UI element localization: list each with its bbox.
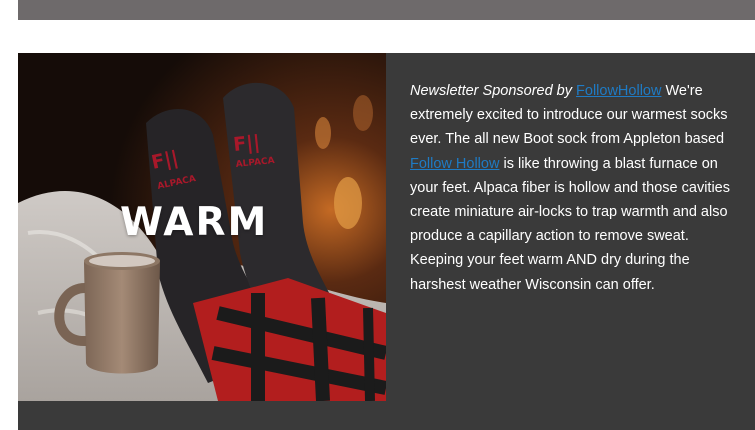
hero-overlay-word: WARM (120, 200, 269, 245)
sponsor-intro: Newsletter Sponsored by (410, 83, 577, 99)
sock-print-right: F|| (232, 131, 261, 156)
newsletter-sponsor-panel: F|| F|| ALPACA ALPACA WARM Newsletter Sp… (18, 53, 755, 430)
hero-image: F|| F|| ALPACA ALPACA WARM (18, 53, 386, 401)
body-text-part2: is like throwing a blast furnace on your… (410, 155, 730, 293)
top-divider-bar (18, 0, 755, 20)
newsletter-copy: Newsletter Sponsored by FollowHollow We'… (410, 79, 740, 297)
follow-hollow-link[interactable]: Follow Hollow (410, 156, 499, 172)
sponsor-link[interactable]: FollowHollow (576, 83, 661, 99)
